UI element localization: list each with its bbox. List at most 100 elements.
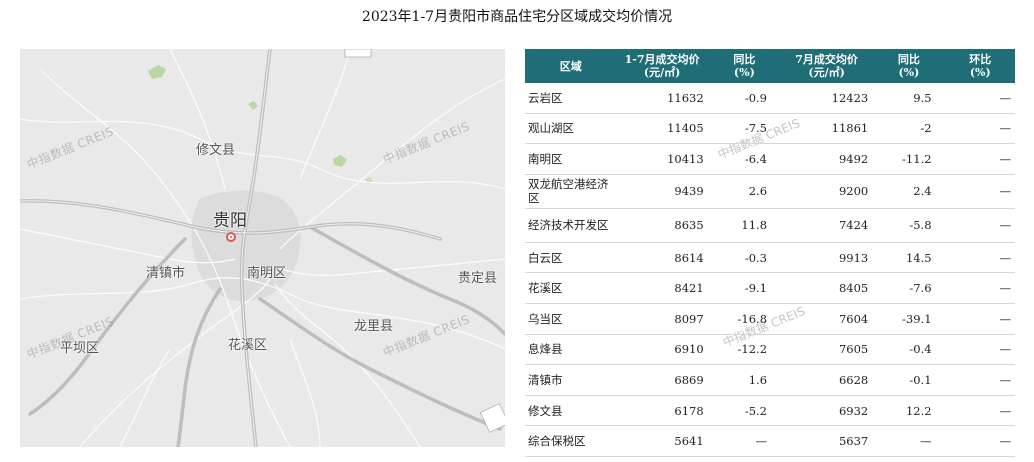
cell-region: 经济技术开发区 — [525, 208, 617, 243]
map-label-xiuwen: 修文县 — [196, 143, 236, 158]
map-label-guiding: 贵定县 — [458, 271, 498, 286]
table-row: 南明区 10413 -6.4 9492 -11.2— — [525, 143, 1015, 175]
cell-yoy-ytd: -0.9 — [707, 83, 782, 114]
header-region: 区域 — [525, 49, 617, 83]
cell-mom: — — [945, 113, 1015, 145]
table-row: 清镇市 6869 1.6 6628 -0.1— — [525, 364, 1015, 396]
table-row: 息烽县 6910 -12.2 7605 -0.4— — [525, 334, 1015, 366]
cell-avg-jul: 6932 — [781, 395, 873, 427]
map-label-qingzhen: 清镇市 — [146, 266, 186, 281]
cell-region: 花溪区 — [525, 272, 617, 304]
cell-region: 息烽县 — [525, 334, 617, 366]
cell-yoy-jul: -0.4 — [872, 334, 946, 366]
map-roads — [20, 49, 505, 447]
cell-avg-ytd: 6869 — [616, 364, 708, 396]
cell-mom: — — [945, 208, 1015, 243]
header-yoy-jul: 同比 (%) — [872, 49, 946, 83]
cell-avg-jul: 12423 — [781, 83, 873, 114]
cell-yoy-jul: -39.1 — [872, 303, 946, 335]
cell-yoy-ytd: -9.1 — [707, 272, 782, 304]
table-header-row: 区域 1-7月成交均价 (元/㎡) 同比 (%) 7月成交均价 (元/㎡) 同比 (%)… — [525, 49, 1015, 83]
cell-region: 修文县 — [525, 395, 617, 427]
cell-yoy-jul: 9.5 — [872, 83, 946, 114]
cell-avg-ytd: 6178 — [616, 395, 708, 427]
cell-mom: — — [945, 83, 1015, 114]
cell-yoy-jul: 2.4 — [872, 174, 946, 209]
map-label-huaxi: 花溪区 — [228, 338, 268, 353]
table-row: 观山湖区 11405 -7.5 11861 -2— — [525, 113, 1015, 145]
table-row: 综合保税区 5641—5637— — — [525, 425, 1015, 457]
cell-mom: — — [945, 334, 1015, 366]
table-row: 乌当区 8097 -16.8 7604 -39.1— — [525, 303, 1015, 335]
header-avg-jul: 7月成交均价 (元/㎡) — [781, 49, 873, 83]
cell-yoy-ytd: -6.4 — [707, 143, 782, 175]
table-row: 双龙航空港经济区 9439 2.6 9200 2.4— — [525, 174, 1015, 209]
cell-avg-ytd: 11405 — [616, 113, 708, 145]
map-label-pingba: 平坝区 — [60, 341, 100, 356]
cell-mom: — — [945, 242, 1015, 274]
cell-avg-jul: 9913 — [781, 242, 873, 274]
cell-yoy-jul: -11.2 — [872, 143, 946, 175]
cell-yoy-jul: -2 — [872, 113, 946, 145]
map-label-guiyang: 贵阳 — [213, 211, 247, 231]
cell-yoy-jul: -0.1 — [872, 364, 946, 396]
cell-mom: — — [945, 425, 1015, 457]
cell-avg-ytd: 6910 — [616, 334, 708, 366]
cell-yoy-jul: -5.8 — [872, 208, 946, 243]
cell-mom: — — [945, 143, 1015, 175]
cell-yoy-jul: -7.6 — [872, 272, 946, 304]
cell-avg-jul: 6628 — [781, 364, 873, 396]
cell-mom: — — [945, 303, 1015, 335]
cell-yoy-ytd: -5.2 — [707, 395, 782, 427]
cell-yoy-ytd: -12.2 — [707, 334, 782, 366]
cell-yoy-jul: 14.5 — [872, 242, 946, 274]
cell-avg-ytd: 11632 — [616, 83, 708, 114]
cell-yoy-ytd: -7.5 — [707, 113, 782, 145]
cell-yoy-ytd: 11.8 — [707, 208, 782, 243]
table-row: 云岩区 11632 -0.9 12423 9.5— — [525, 83, 1015, 114]
cell-mom: — — [945, 364, 1015, 396]
cell-avg-jul: 8405 — [781, 272, 873, 304]
table-row: 白云区 8614 -0.3 9913 14.5— — [525, 242, 1015, 274]
cell-avg-ytd: 8097 — [616, 303, 708, 335]
cell-yoy-ytd: -0.3 — [707, 242, 782, 274]
cell-yoy-ytd: 1.6 — [707, 364, 782, 396]
map-label-longli: 龙里县 — [354, 319, 394, 334]
location-pin-icon — [226, 232, 236, 242]
cell-avg-jul: 5637 — [781, 425, 873, 457]
cell-region: 云岩区 — [525, 83, 617, 114]
cell-avg-ytd: 10413 — [616, 143, 708, 175]
cell-region: 观山湖区 — [525, 113, 617, 145]
cell-yoy-jul: — — [872, 425, 946, 457]
cell-avg-jul: 9492 — [781, 143, 873, 175]
cell-region: 乌当区 — [525, 303, 617, 335]
cell-yoy-ytd: -16.8 — [707, 303, 782, 335]
cell-mom: — — [945, 272, 1015, 304]
page-title: 2023年1-7月贵阳市商品住宅分区域成交均价情况 — [361, 9, 673, 25]
cell-avg-ytd: 8421 — [616, 272, 708, 304]
header-mom: 环比 (%) — [945, 49, 1015, 83]
cell-yoy-ytd: 2.6 — [707, 174, 782, 209]
cell-region: 综合保税区 — [525, 425, 617, 457]
cell-avg-ytd: 9439 — [616, 174, 708, 209]
table-row: 经济技术开发区 8635 11.8 7424 -5.8— — [525, 208, 1015, 243]
cell-region: 双龙航空港经济区 — [525, 174, 617, 209]
table-row: 花溪区 8421 -9.1 8405 -7.6— — [525, 272, 1015, 304]
cell-region: 白云区 — [525, 242, 617, 274]
price-table: 区域 1-7月成交均价 (元/㎡) 同比 (%) 7月成交均价 (元/㎡) 同比 (%)… — [525, 49, 1015, 457]
cell-mom: — — [945, 174, 1015, 209]
cell-avg-jul: 7424 — [781, 208, 873, 243]
cell-avg-ytd: 8635 — [616, 208, 708, 243]
cell-region: 南明区 — [525, 143, 617, 175]
map-label-nanming: 南明区 — [247, 266, 287, 281]
cell-yoy-jul: 12.2 — [872, 395, 946, 427]
header-avg-ytd: 1-7月成交均价 (元/㎡) — [616, 49, 708, 83]
cell-avg-jul: 11861 — [781, 113, 873, 145]
cell-mom: — — [945, 395, 1015, 427]
region-map[interactable]: 修文县 贵阳 清镇市 南明区 贵定县 龙里县 平坝区 花溪区 中指数据 CREI… — [20, 49, 505, 447]
cell-avg-ytd: 5641 — [616, 425, 708, 457]
cell-avg-jul: 7604 — [781, 303, 873, 335]
cell-region: 清镇市 — [525, 364, 617, 396]
cell-avg-jul: 7605 — [781, 334, 873, 366]
table-row: 修文县 6178 -5.2 6932 12.2— — [525, 395, 1015, 427]
